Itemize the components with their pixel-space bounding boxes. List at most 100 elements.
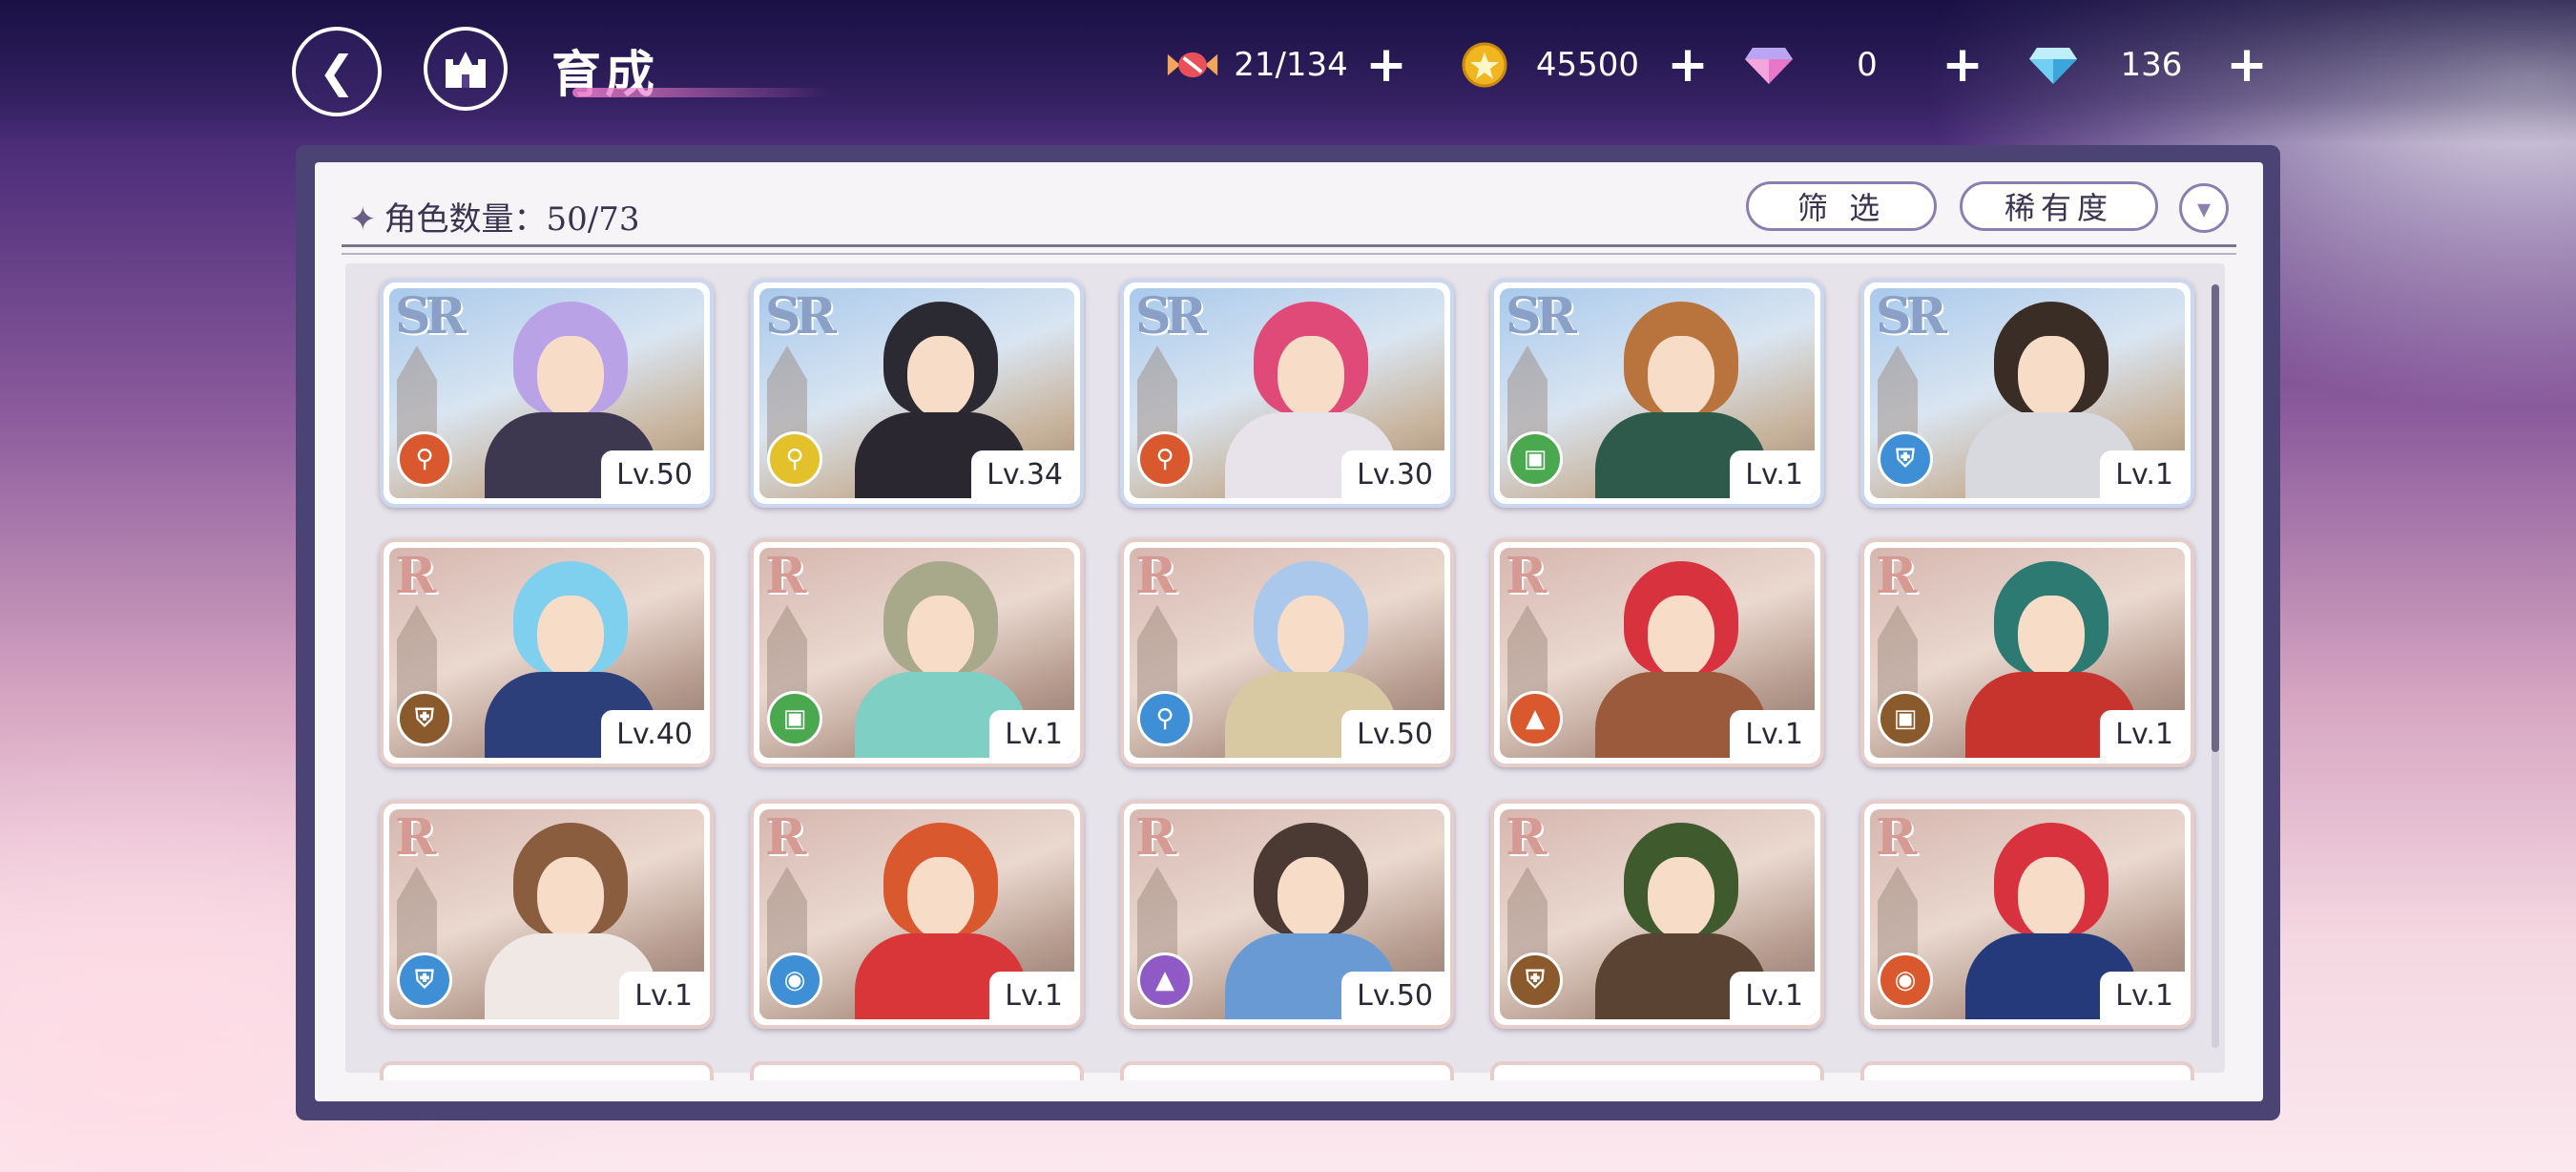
rarity-badge: SR [395, 288, 467, 345]
character-face [537, 857, 604, 939]
character-face [907, 596, 974, 678]
character-card[interactable]: R ▲ Lv.50 [1120, 800, 1454, 1029]
character-card[interactable]: SR ⚲ Lv.30 [1120, 279, 1454, 508]
character-count-label: 角色数量：50/73 [384, 200, 640, 239]
character-count: ✦ 角色数量：50/73 [349, 193, 639, 240]
currency-diamond: 136 + [2026, 36, 2271, 94]
rarity-badge: R [395, 809, 436, 867]
character-card[interactable]: R ▣ Lv.1 [1860, 538, 2194, 767]
character-face [1648, 596, 1714, 678]
shield-icon: ⛨ [397, 691, 452, 746]
boot-icon: ▲ [1507, 691, 1563, 746]
level-label: Lv.1 [2100, 972, 2185, 1019]
character-portrait: SR ▣ Lv.1 [1500, 288, 1815, 498]
partial-card[interactable] [380, 1061, 714, 1080]
character-card[interactable]: R ⛨ Lv.1 [1490, 800, 1824, 1029]
character-portrait: SR ⚲ Lv.30 [1130, 288, 1444, 498]
level-label: Lv.50 [601, 450, 704, 498]
level-label: Lv.30 [1341, 450, 1444, 498]
character-card[interactable]: R ▲ Lv.1 [1490, 538, 1824, 767]
staff-icon: ⚲ [397, 431, 452, 487]
level-label: Lv.1 [1730, 972, 1815, 1019]
rarity-badge: R [765, 548, 806, 605]
level-label: Lv.40 [601, 710, 704, 758]
fist-icon: ◉ [767, 952, 822, 1008]
rarity-badge: R [1135, 809, 1176, 867]
character-card[interactable]: R ◉ Lv.1 [1860, 800, 2194, 1029]
character-face [1278, 596, 1344, 678]
diamond-value: 136 [2120, 46, 2183, 84]
boot-icon: ▲ [1137, 952, 1193, 1008]
shield-icon: ⛨ [1507, 952, 1563, 1008]
character-portrait: R ▣ Lv.1 [759, 548, 1074, 758]
gold-coin-icon [1458, 38, 1511, 92]
character-portrait: SR ⚲ Lv.34 [759, 288, 1074, 498]
character-portrait: SR ⛨ Lv.1 [1870, 288, 2185, 498]
blue-diamond-icon [2026, 38, 2080, 92]
character-portrait: R ◉ Lv.1 [759, 809, 1074, 1019]
back-arrow-icon: ❮ [318, 46, 356, 97]
book-icon: ▣ [767, 691, 822, 746]
rarity-sort-button[interactable]: 稀有度 [1960, 181, 2158, 231]
rarity-badge: R [1876, 548, 1917, 605]
character-face [1648, 336, 1714, 418]
sparkle-icon: ✦ [349, 200, 377, 239]
rarity-badge: SR [1876, 288, 1947, 345]
rarity-badge: SR [1135, 288, 1207, 345]
gold-add-button[interactable]: + [1664, 40, 1712, 90]
character-portrait: R ⛨ Lv.1 [1500, 809, 1815, 1019]
character-portrait: R ⛨ Lv.40 [389, 548, 704, 758]
character-portrait: R ◉ Lv.1 [1870, 809, 2185, 1019]
rarity-badge: R [1506, 809, 1547, 867]
character-card[interactable]: SR ⚲ Lv.50 [380, 279, 714, 508]
book-icon: ▣ [1878, 691, 1933, 746]
character-portrait: R ▲ Lv.1 [1500, 548, 1815, 758]
character-card[interactable]: R ⛨ Lv.1 [380, 800, 714, 1029]
staff-icon: ⚲ [1137, 691, 1193, 746]
character-portrait: R ▣ Lv.1 [1870, 548, 2185, 758]
character-card[interactable]: R ▣ Lv.1 [750, 538, 1084, 767]
diamond-add-button[interactable]: + [2223, 40, 2271, 90]
castle-icon [446, 52, 486, 88]
partial-card[interactable] [1490, 1061, 1824, 1080]
character-face [1278, 336, 1344, 418]
book-icon: ▣ [1507, 431, 1563, 487]
level-label: Lv.1 [989, 710, 1074, 758]
character-portrait: R ⚲ Lv.50 [1130, 548, 1444, 758]
partial-card[interactable] [1120, 1061, 1454, 1080]
pink-gem-add-button[interactable]: + [1939, 40, 1986, 90]
back-button[interactable]: ❮ [292, 27, 382, 116]
character-card[interactable]: R ⚲ Lv.50 [1120, 538, 1454, 767]
rarity-badge: R [1135, 548, 1176, 605]
level-label: Lv.50 [1341, 972, 1444, 1019]
fist-icon: ◉ [1878, 952, 1933, 1008]
character-face [2018, 596, 2085, 678]
partial-card[interactable] [750, 1061, 1084, 1080]
character-card[interactable]: SR ⛨ Lv.1 [1860, 279, 2194, 508]
shield-icon: ⛨ [1878, 431, 1933, 487]
character-card[interactable]: R ⛨ Lv.40 [380, 538, 714, 767]
candy-value: 21/134 [1234, 46, 1348, 84]
partial-card[interactable] [1860, 1061, 2194, 1080]
candy-icon [1166, 38, 1219, 92]
character-portrait: R ⛨ Lv.1 [389, 809, 704, 1019]
character-card[interactable]: R ◉ Lv.1 [750, 800, 1084, 1029]
header-divider [342, 244, 2236, 255]
level-label: Lv.1 [619, 972, 704, 1019]
filter-button[interactable]: 筛 选 [1746, 181, 1937, 231]
character-face [1648, 857, 1714, 939]
rarity-badge: R [765, 809, 806, 867]
home-button[interactable] [424, 27, 508, 111]
sort-order-button[interactable]: ▾ [2179, 183, 2229, 233]
character-card[interactable]: SR ⚲ Lv.34 [750, 279, 1084, 508]
candy-add-button[interactable]: + [1362, 40, 1410, 90]
character-face [907, 857, 974, 939]
pink-gem-icon [1742, 38, 1796, 92]
rarity-badge: R [1876, 809, 1917, 867]
character-card[interactable]: SR ▣ Lv.1 [1490, 279, 1824, 508]
character-portrait: SR ⚲ Lv.50 [389, 288, 704, 498]
level-label: Lv.50 [1341, 710, 1444, 758]
level-label: Lv.1 [1730, 450, 1815, 498]
scrollbar-thumb[interactable] [2212, 284, 2219, 752]
character-face [2018, 336, 2085, 418]
